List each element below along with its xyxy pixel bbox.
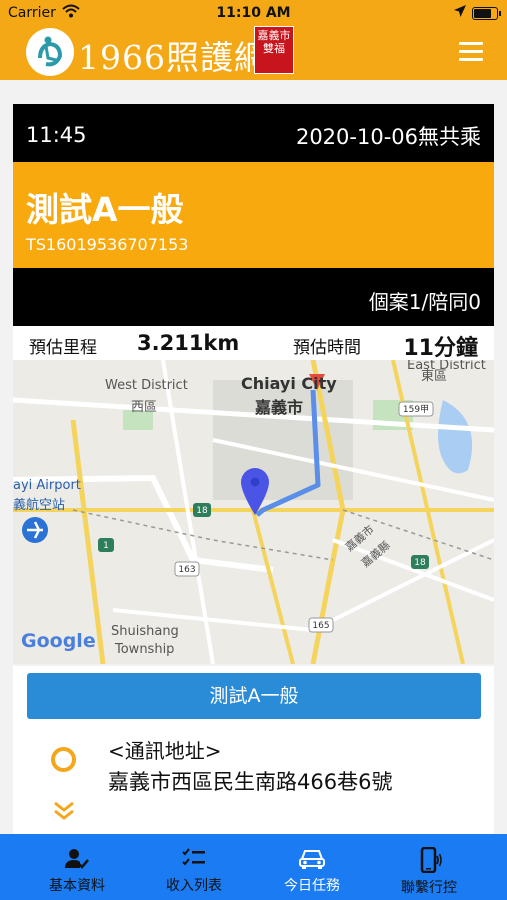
clock: 11:10 AM xyxy=(216,5,291,21)
estimate-metrics: 預估里程 3.211km 預估時間 11分鐘 xyxy=(13,326,494,361)
tab-profile-label: 基本資料 xyxy=(49,878,105,894)
trip-date-share: 2020-10-06無共乘 xyxy=(295,125,481,149)
passenger-count: 個案1/陪同0 xyxy=(368,290,481,314)
tab-today-tasks-label: 今日任務 xyxy=(284,878,340,894)
map-label-city-zh: 嘉義市 xyxy=(255,398,304,417)
route-shield-1: 1 xyxy=(103,541,109,551)
app-logo-text: 1966照護網 xyxy=(78,38,268,77)
distance-value: 3.211km xyxy=(137,331,240,355)
logo-icon xyxy=(26,28,74,76)
distance-label: 預估里程 xyxy=(29,338,97,358)
seal-logo: 嘉義市 雙福 xyxy=(254,26,294,74)
google-logo: Google xyxy=(21,630,96,652)
map-label-airport-zh: 義航空站 xyxy=(13,498,66,513)
map-label-west-district: West District xyxy=(105,378,188,393)
route-shield-163: 163 xyxy=(178,565,195,575)
route-shield-18b: 18 xyxy=(414,558,426,568)
route-shield-159: 159甲 xyxy=(403,404,429,415)
address-value: 嘉義市西區民生南路466巷6號 xyxy=(108,770,393,794)
passenger-count-bar: 個案1/陪同0 xyxy=(13,268,494,326)
hamburger-menu-icon[interactable] xyxy=(459,42,483,62)
status-bar: Carrier 11:10 AM xyxy=(0,0,507,26)
car-icon xyxy=(299,850,325,869)
route-shield-18: 18 xyxy=(196,506,208,516)
trip-title-block[interactable]: 測試A一般 TS16019536707153 xyxy=(13,162,494,268)
duration-label: 預估時間 xyxy=(293,338,361,358)
user-check-icon xyxy=(65,849,89,869)
trip-header: 11:45 2020-10-06無共乘 xyxy=(13,104,494,162)
tab-contact-control-label: 聯繫行控 xyxy=(401,880,457,896)
tab-today-tasks[interactable]: 今日任務 xyxy=(249,834,375,900)
top-navbar: 1966照護網 嘉義市 雙福 xyxy=(0,26,507,80)
phone-vibrate-icon xyxy=(420,847,442,873)
duration-value: 11分鐘 xyxy=(403,336,478,361)
checklist-icon xyxy=(182,848,205,866)
tab-income-label: 收入列表 xyxy=(166,878,222,894)
tab-contact-control[interactable]: 聯繫行控 xyxy=(366,834,492,900)
chevron-double-down-icon[interactable] xyxy=(52,800,76,822)
task-button[interactable]: 測試A一般 xyxy=(27,673,481,719)
route-map[interactable]: 18 1 163 18 165 159甲 West District 西區 Ch… xyxy=(13,360,494,664)
route-shield-165: 165 xyxy=(312,621,329,631)
map-label-city: Chiayi City xyxy=(241,374,337,393)
map-label-west-district-zh: 西區 xyxy=(131,400,158,415)
address-marker-icon xyxy=(51,747,76,772)
battery-icon xyxy=(472,7,501,20)
tab-profile[interactable]: 基本資料 xyxy=(14,834,140,900)
trip-card: 11:45 2020-10-06無共乘 測試A一般 TS160195367071… xyxy=(13,104,494,664)
map-label-town: Shuishang xyxy=(111,624,179,639)
tab-income[interactable]: 收入列表 xyxy=(131,834,257,900)
trip-title: 測試A一般 xyxy=(26,190,184,229)
location-arrow-icon xyxy=(454,5,466,17)
bottom-tab-bar: 基本資料 收入列表 今日任務 聯繫行控 xyxy=(0,834,507,900)
map-label-town-2: Township xyxy=(115,642,175,657)
trip-code: TS16019536707153 xyxy=(26,235,189,254)
map-label-airport: ayi Airport xyxy=(13,478,81,493)
address-label: <通訊地址> xyxy=(108,739,222,763)
map-canvas: 18 1 163 18 165 159甲 xyxy=(13,360,494,664)
trip-time: 11:45 xyxy=(26,123,87,147)
map-label-east-district-zh: 東區 xyxy=(421,369,448,384)
